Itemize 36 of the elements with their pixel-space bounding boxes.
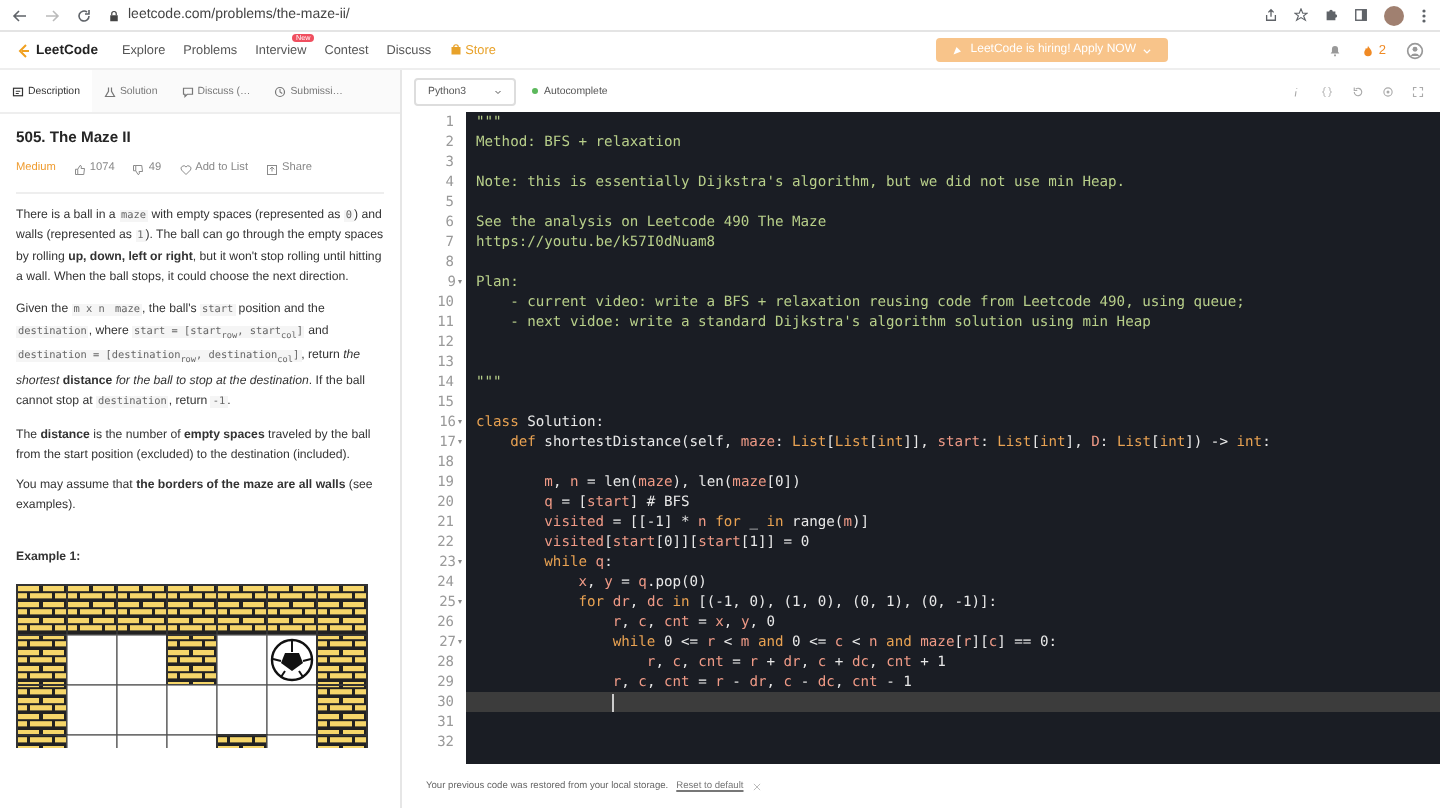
user-icon[interactable] [1406,41,1424,59]
fullscreen-icon[interactable] [1412,85,1424,97]
thumbs-down-icon[interactable] [132,163,145,176]
fold-arrow-icon[interactable] [458,600,462,604]
fold-arrow-icon[interactable] [458,440,462,444]
logo-icon[interactable] [16,41,32,59]
fold-arrow-icon[interactable] [458,640,462,644]
fold-arrow-icon[interactable] [458,280,462,284]
fire-icon [1362,43,1375,57]
caret-icon [494,87,503,95]
back-icon[interactable] [12,7,28,23]
document-icon [12,85,24,97]
bell-icon[interactable] [1328,42,1343,58]
share-icon[interactable] [1264,8,1278,22]
info-icon[interactable] [1290,85,1302,97]
close-icon[interactable] [751,781,762,791]
fold-arrow-icon[interactable] [458,420,462,424]
sidebar-icon[interactable] [1354,8,1368,22]
chat-icon [181,85,194,97]
caret-icon [1142,45,1152,55]
heart-icon[interactable] [179,163,192,176]
share-icon[interactable] [266,163,279,176]
fold-arrow-icon[interactable] [458,560,462,564]
thumbs-up-icon[interactable] [73,163,86,176]
puzzle-icon[interactable] [1324,8,1338,22]
forward-icon[interactable] [44,7,60,23]
menu-icon[interactable] [1420,7,1428,23]
clock-icon [274,85,287,97]
reset-icon[interactable] [1352,85,1364,97]
profile-avatar[interactable] [1384,5,1404,25]
status-dot [532,88,539,94]
lock-icon [108,9,120,21]
store-icon[interactable] [449,44,462,56]
star-icon[interactable] [1294,8,1308,22]
flask-icon [103,85,116,97]
reload-icon[interactable] [76,7,92,23]
